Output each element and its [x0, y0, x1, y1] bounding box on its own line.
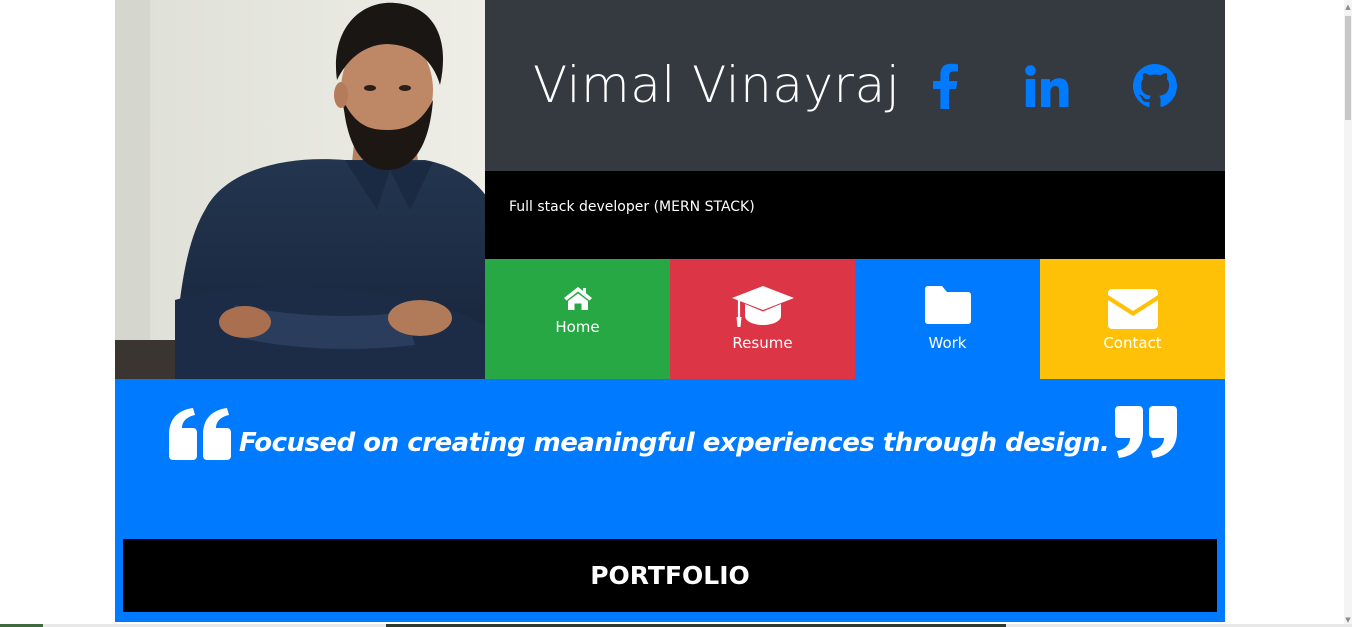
nav-label-home: Home: [555, 318, 600, 336]
tagline-quote: Focused on creating meaningful experienc…: [239, 428, 1110, 458]
nav-tile-contact[interactable]: Contact: [1040, 259, 1225, 379]
github-link[interactable]: [1131, 64, 1179, 108]
folder-icon: [855, 286, 1040, 324]
graduation-cap-icon: [670, 284, 855, 328]
facebook-icon: [933, 63, 958, 109]
quote-left-icon: [169, 408, 231, 464]
scrollbar-thumb[interactable]: [1345, 16, 1351, 120]
github-icon: [1133, 64, 1177, 107]
facebook-link[interactable]: [923, 63, 967, 109]
envelope-icon: [1040, 289, 1225, 329]
nav-label-contact: Contact: [1103, 334, 1162, 352]
nav-tile-resume[interactable]: Resume: [670, 259, 855, 379]
profile-photo: [115, 0, 485, 379]
home-icon: [485, 285, 670, 311]
nav-label-resume: Resume: [732, 334, 793, 352]
linkedin-icon: [1025, 65, 1069, 107]
nav-label-work: Work: [928, 334, 967, 352]
nav-tile-home[interactable]: Home: [485, 259, 670, 379]
subtitle-bar: Full stack developer (MERN STACK): [485, 171, 1225, 259]
portfolio-button[interactable]: PORTFOLIO: [123, 539, 1217, 612]
page: Vimal Vinayraj Full stack developer (MER…: [115, 0, 1225, 622]
job-title: Full stack developer (MERN STACK): [509, 199, 755, 215]
page-scrollbar[interactable]: ▲ ▼: [1344, 0, 1352, 627]
header: Vimal Vinayraj: [485, 0, 1225, 171]
quote-right-icon: [1115, 406, 1177, 462]
portfolio-label: PORTFOLIO: [590, 561, 750, 590]
nav-tile-work[interactable]: Work: [855, 259, 1040, 379]
linkedin-link[interactable]: [1024, 64, 1070, 108]
scroll-up-arrow-icon[interactable]: ▲: [1344, 2, 1352, 12]
site-owner-name: Vimal Vinayraj: [533, 56, 901, 114]
